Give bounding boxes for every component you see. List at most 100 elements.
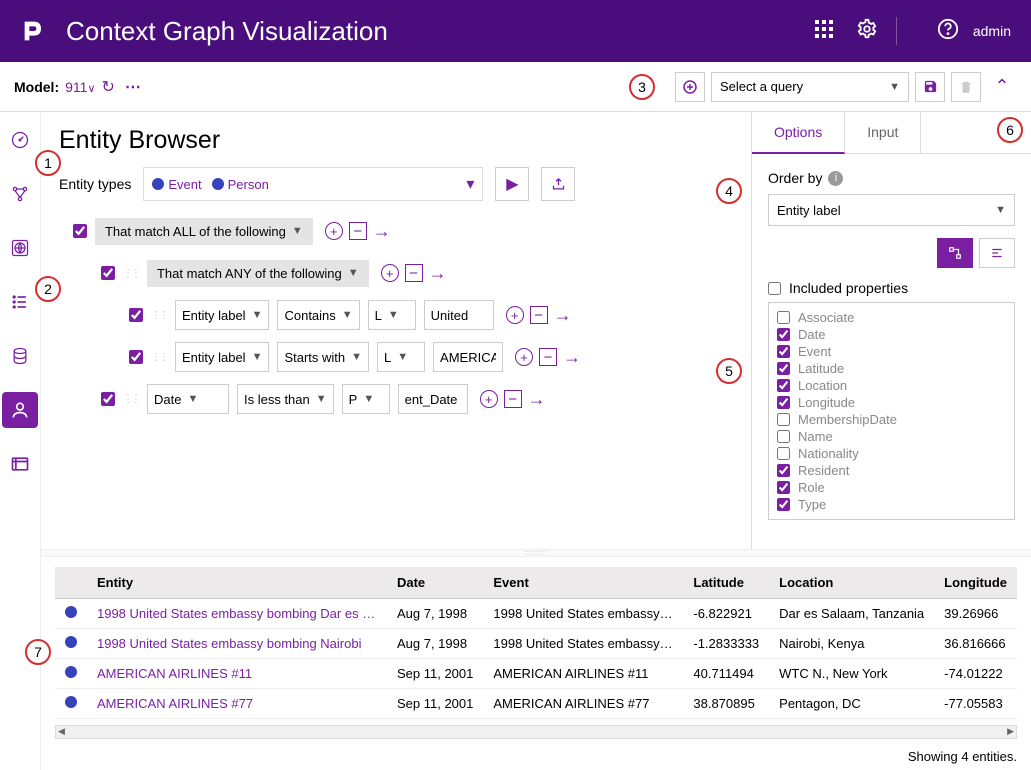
nav-list[interactable] [2, 284, 38, 320]
nav-db[interactable] [2, 338, 38, 374]
param-select[interactable]: L ▼ [368, 300, 416, 330]
nav-image[interactable] [2, 446, 38, 482]
view-tree-button[interactable] [937, 238, 973, 268]
op-select[interactable]: Contains ▼ [277, 300, 359, 330]
prop-checkbox[interactable] [777, 447, 790, 460]
cond-check-any[interactable] [101, 266, 115, 280]
prop-item[interactable]: Latitude [775, 360, 1008, 377]
add-icon[interactable]: + [381, 264, 399, 282]
param-select[interactable]: L ▼ [377, 342, 425, 372]
user-label[interactable]: admin [973, 23, 1011, 39]
col-header[interactable]: Longitude [934, 567, 1017, 599]
arrow-icon[interactable]: → [429, 263, 447, 284]
field-select[interactable]: Date ▼ [147, 384, 229, 414]
entity-types-select[interactable]: Event Person ▾ [143, 167, 483, 201]
orderby-select[interactable]: Entity label▼ [768, 194, 1015, 226]
prop-item[interactable]: Date [775, 326, 1008, 343]
field-select[interactable]: Entity label ▼ [175, 342, 269, 372]
gear-icon[interactable] [856, 18, 878, 45]
group-any-select[interactable]: That match ANY of the following ▼ [147, 260, 369, 287]
entity-link[interactable]: 1998 United States embassy bombing Nairo… [87, 629, 387, 659]
prop-item[interactable]: Nationality [775, 445, 1008, 462]
prop-checkbox[interactable] [777, 430, 790, 443]
table-row[interactable]: 1998 United States embassy bombing Dar e… [55, 599, 1017, 629]
value-input[interactable] [433, 342, 503, 372]
refresh-icon[interactable]: ↻ [102, 77, 115, 97]
prop-checkbox[interactable] [777, 328, 790, 341]
cond-check[interactable] [129, 350, 143, 364]
prop-item[interactable]: MembershipDate [775, 411, 1008, 428]
cond-check[interactable] [129, 308, 143, 322]
drag-handle[interactable]: ⋮⋮ [123, 394, 139, 405]
arrow-icon[interactable]: → [528, 389, 546, 410]
nav-globe[interactable] [2, 230, 38, 266]
col-header[interactable]: Location [769, 567, 934, 599]
drag-handle[interactable]: ⋮⋮ [151, 310, 167, 321]
nav-entity-browser[interactable] [2, 392, 38, 428]
collapse-button[interactable]: ⌃ [987, 72, 1017, 102]
info-icon[interactable]: i [828, 171, 843, 186]
prop-checkbox[interactable] [777, 345, 790, 358]
model-value[interactable]: 911∨ [65, 79, 95, 95]
prop-item[interactable]: Longitude [775, 394, 1008, 411]
remove-icon[interactable]: − [349, 222, 367, 240]
field-select[interactable]: Entity label ▼ [175, 300, 269, 330]
nav-graph[interactable] [2, 176, 38, 212]
prop-item[interactable]: Name [775, 428, 1008, 445]
view-flat-button[interactable] [979, 238, 1015, 268]
prop-checkbox[interactable] [777, 379, 790, 392]
more-icon[interactable]: ⋯ [125, 77, 141, 97]
value-input[interactable] [424, 300, 494, 330]
nav-dashboard[interactable] [2, 122, 38, 158]
tab-options[interactable]: Options [752, 112, 845, 154]
col-header[interactable]: Entity [87, 567, 387, 599]
add-icon[interactable]: + [480, 390, 498, 408]
query-select[interactable]: Select a query ▼ [711, 72, 909, 102]
included-props-master-check[interactable] [768, 282, 781, 295]
prop-item[interactable]: Event [775, 343, 1008, 360]
group-all-select[interactable]: That match ALL of the following ▼ [95, 218, 313, 245]
remove-icon[interactable]: − [504, 390, 522, 408]
prop-checkbox[interactable] [777, 362, 790, 375]
add-icon[interactable]: + [325, 222, 343, 240]
add-icon[interactable]: + [506, 306, 524, 324]
pane-grip[interactable]: :::::::: [41, 549, 1031, 557]
prop-item[interactable]: Resident [775, 462, 1008, 479]
tab-input[interactable]: Input [845, 112, 921, 153]
prop-checkbox[interactable] [777, 413, 790, 426]
op-select[interactable]: Is less than ▼ [237, 384, 334, 414]
save-button[interactable] [915, 72, 945, 102]
prop-checkbox[interactable] [777, 396, 790, 409]
arrow-icon[interactable]: → [554, 305, 572, 326]
table-row[interactable]: AMERICAN AIRLINES #77 Sep 11, 2001 AMERI… [55, 689, 1017, 719]
run-button[interactable]: ▶ [495, 167, 529, 201]
entity-link[interactable]: 1998 United States embassy bombing Dar e… [87, 599, 387, 629]
table-row[interactable]: AMERICAN AIRLINES #11 Sep 11, 2001 AMERI… [55, 659, 1017, 689]
help-icon[interactable] [937, 18, 959, 45]
prop-item[interactable]: Type [775, 496, 1008, 513]
remove-icon[interactable]: − [405, 264, 423, 282]
arrow-icon[interactable]: → [563, 347, 581, 368]
arrow-icon[interactable]: → [373, 221, 391, 242]
col-header[interactable]: Date [387, 567, 483, 599]
drag-handle[interactable]: ⋮⋮ [151, 352, 167, 363]
col-header[interactable]: Latitude [683, 567, 769, 599]
add-query-button[interactable] [675, 72, 705, 102]
prop-checkbox[interactable] [777, 311, 790, 324]
col-header[interactable]: Event [483, 567, 683, 599]
horizontal-scrollbar[interactable] [55, 725, 1017, 739]
table-row[interactable]: 1998 United States embassy bombing Nairo… [55, 629, 1017, 659]
op-select[interactable]: Starts with ▼ [277, 342, 369, 372]
remove-icon[interactable]: − [530, 306, 548, 324]
cond-check-all[interactable] [73, 224, 87, 238]
cond-check[interactable] [101, 392, 115, 406]
prop-checkbox[interactable] [777, 498, 790, 511]
prop-item[interactable]: Associate [775, 309, 1008, 326]
remove-icon[interactable]: − [539, 348, 557, 366]
apps-icon[interactable] [814, 19, 834, 44]
param-select[interactable]: P ▼ [342, 384, 390, 414]
entity-link[interactable]: AMERICAN AIRLINES #11 [87, 659, 387, 689]
prop-item[interactable]: Location [775, 377, 1008, 394]
prop-checkbox[interactable] [777, 464, 790, 477]
drag-handle[interactable]: ⋮⋮ [123, 268, 139, 279]
